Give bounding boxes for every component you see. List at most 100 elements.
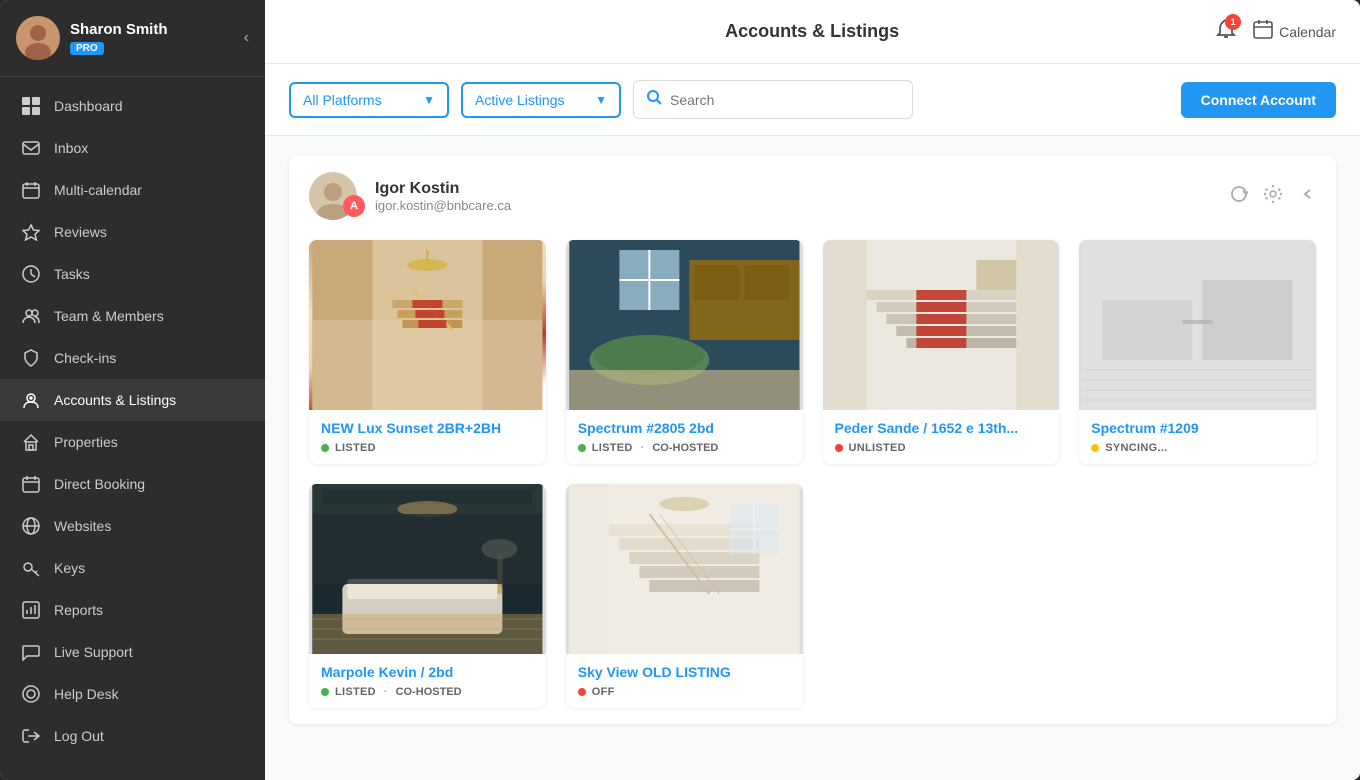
calendar-button[interactable]: Calendar xyxy=(1253,19,1336,44)
sidebar-item-reviews[interactable]: Reviews xyxy=(0,211,265,253)
listing-info: NEW Lux Sunset 2BR+2BH LISTED xyxy=(309,410,546,464)
sidebar-item-label: Inbox xyxy=(54,140,88,156)
sidebar-item-properties[interactable]: Properties xyxy=(0,421,265,463)
notification-count: 1 xyxy=(1225,14,1241,30)
keys-icon xyxy=(20,557,42,579)
sidebar-item-label: Tasks xyxy=(54,266,90,282)
sidebar-item-multi-calendar[interactable]: Multi-calendar xyxy=(0,169,265,211)
listing-info: Marpole Kevin / 2bd LISTED · CO-HOSTED xyxy=(309,654,546,708)
sidebar-item-label: Websites xyxy=(54,518,111,534)
sidebar-item-reports[interactable]: Reports xyxy=(0,589,265,631)
content-area: A Igor Kostin igor.kostin@bnbcare.ca xyxy=(265,136,1360,780)
status-text: OFF xyxy=(592,686,615,698)
avatar xyxy=(16,16,60,60)
sidebar-item-label: Check-ins xyxy=(54,350,116,366)
sidebar-item-label: Reports xyxy=(54,602,103,618)
sidebar-item-live-support[interactable]: Live Support xyxy=(0,631,265,673)
listing-dropdown-arrow: ▼ xyxy=(595,93,607,107)
listing-status: LISTED · CO-HOSTED xyxy=(578,442,791,454)
search-input[interactable] xyxy=(670,92,900,108)
sidebar-item-label: Dashboard xyxy=(54,98,123,114)
listing-card[interactable]: Spectrum #2805 2bd LISTED · CO-HOSTED xyxy=(566,240,803,464)
co-hosted-badge: CO-HOSTED xyxy=(396,686,462,698)
listing-status-filter[interactable]: Active Listings ▼ xyxy=(461,82,621,118)
sidebar-item-label: Direct Booking xyxy=(54,476,145,492)
sidebar-item-websites[interactable]: Websites xyxy=(0,505,265,547)
star-icon xyxy=(20,221,42,243)
websites-icon xyxy=(20,515,42,537)
platform-filter[interactable]: All Platforms ▼ xyxy=(289,82,449,118)
live-support-icon xyxy=(20,641,42,663)
properties-icon xyxy=(20,431,42,453)
account-name: Igor Kostin xyxy=(375,180,1230,198)
sidebar-item-help-desk[interactable]: Help Desk xyxy=(0,673,265,715)
status-indicator xyxy=(578,688,586,696)
co-hosted-badge: CO-HOSTED xyxy=(652,442,718,454)
platform-filter-label: All Platforms xyxy=(303,92,415,108)
listing-title: Spectrum #1209 xyxy=(1091,420,1304,436)
filter-bar: All Platforms ▼ Active Listings ▼ Connec… xyxy=(265,64,1360,136)
status-indicator xyxy=(578,444,586,452)
status-text: LISTED xyxy=(592,442,633,454)
listing-status: SYNCING... xyxy=(1091,442,1304,454)
listing-title: Spectrum #2805 2bd xyxy=(578,420,791,436)
connect-account-button[interactable]: Connect Account xyxy=(1181,82,1336,118)
listing-card[interactable]: NEW Lux Sunset 2BR+2BH LISTED xyxy=(309,240,546,464)
main-content: Accounts & Listings 1 Calendar xyxy=(265,0,1360,780)
sidebar-item-keys[interactable]: Keys xyxy=(0,547,265,589)
listing-title: Sky View OLD LISTING xyxy=(578,664,791,680)
account-email: igor.kostin@bnbcare.ca xyxy=(375,198,1230,213)
listing-status: LISTED xyxy=(321,442,534,454)
sidebar-item-check-ins[interactable]: Check-ins xyxy=(0,337,265,379)
status-text: LISTED xyxy=(335,686,376,698)
collapse-account-button[interactable] xyxy=(1298,185,1316,208)
airbnb-badge: A xyxy=(343,195,365,217)
sidebar-item-label: Accounts & Listings xyxy=(54,392,176,408)
listing-info: Sky View OLD LISTING OFF xyxy=(566,654,803,708)
notifications-button[interactable]: 1 xyxy=(1215,18,1237,46)
sidebar-collapse-icon[interactable]: ‹ xyxy=(244,29,249,47)
user-profile[interactable]: Sharon Smith PRO ‹ xyxy=(0,0,265,77)
listing-card[interactable]: Peder Sande / 1652 e 13th... UNLISTED xyxy=(823,240,1060,464)
topbar: Accounts & Listings 1 Calendar xyxy=(265,0,1360,64)
tasks-icon xyxy=(20,263,42,285)
sidebar-item-label: Properties xyxy=(54,434,118,450)
status-text: UNLISTED xyxy=(849,442,906,454)
status-text: LISTED xyxy=(335,442,376,454)
sidebar-item-team-members[interactable]: Team & Members xyxy=(0,295,265,337)
account-actions xyxy=(1230,185,1316,208)
listing-title: Peder Sande / 1652 e 13th... xyxy=(835,420,1048,436)
user-badge: PRO xyxy=(70,42,104,55)
logout-icon xyxy=(20,725,42,747)
listing-card[interactable]: Sky View OLD LISTING OFF xyxy=(566,484,803,708)
refresh-button[interactable] xyxy=(1230,185,1248,208)
sidebar-item-tasks[interactable]: Tasks xyxy=(0,253,265,295)
sidebar-item-accounts-listings[interactable]: Accounts & Listings xyxy=(0,379,265,421)
settings-button[interactable] xyxy=(1264,185,1282,208)
sidebar-item-label: Keys xyxy=(54,560,85,576)
sidebar-item-dashboard[interactable]: Dashboard xyxy=(0,85,265,127)
sidebar-item-label: Reviews xyxy=(54,224,107,240)
dashboard-icon xyxy=(20,95,42,117)
account-header: A Igor Kostin igor.kostin@bnbcare.ca xyxy=(309,172,1316,220)
listings-grid: NEW Lux Sunset 2BR+2BH LISTED xyxy=(309,240,1316,708)
listing-image xyxy=(309,240,546,410)
status-indicator xyxy=(835,444,843,452)
search-icon xyxy=(646,89,662,110)
status-indicator xyxy=(321,444,329,452)
listing-image xyxy=(566,484,803,654)
page-title: Accounts & Listings xyxy=(409,21,1215,42)
sidebar-item-label: Multi-calendar xyxy=(54,182,142,198)
sidebar-item-inbox[interactable]: Inbox xyxy=(0,127,265,169)
direct-booking-icon xyxy=(20,473,42,495)
sidebar: Sharon Smith PRO ‹ Dashboard Inbox xyxy=(0,0,265,780)
listing-card[interactable]: Spectrum #1209 SYNCING... xyxy=(1079,240,1316,464)
listing-card[interactable]: Marpole Kevin / 2bd LISTED · CO-HOSTED xyxy=(309,484,546,708)
sidebar-item-direct-booking[interactable]: Direct Booking xyxy=(0,463,265,505)
listing-status: LISTED · CO-HOSTED xyxy=(321,686,534,698)
calendar-label: Calendar xyxy=(1279,24,1336,40)
accounts-icon xyxy=(20,389,42,411)
sidebar-item-log-out[interactable]: Log Out xyxy=(0,715,265,757)
listing-image xyxy=(823,240,1060,410)
status-text: SYNCING... xyxy=(1105,442,1167,454)
